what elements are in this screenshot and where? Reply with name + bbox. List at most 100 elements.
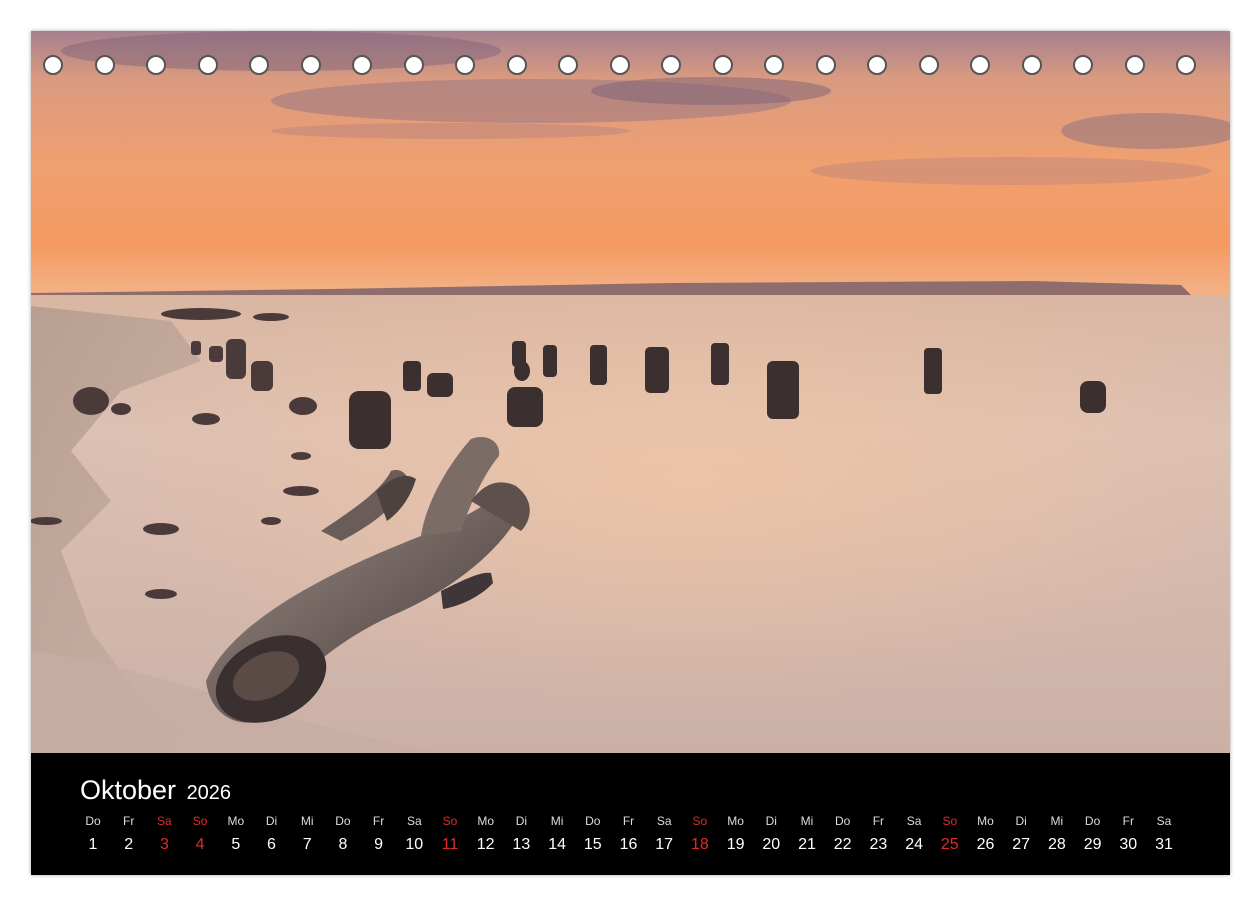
- day-row: Do 1 Fr 2 Sa 3 So 4 Mo 5 Di 6 Mi 7 Do 8 Fr 9 Sa 10 So 11 Mo 12 D…: [75, 813, 1195, 863]
- day-number: 26: [976, 836, 995, 853]
- day-number: 20: [762, 836, 781, 853]
- binding-hole: [43, 55, 63, 75]
- day-cell: Sa 31: [1146, 813, 1182, 854]
- day-cell: Sa 17: [646, 813, 682, 854]
- day-cell: Mo 5: [218, 813, 254, 854]
- binding-hole: [1021, 55, 1042, 75]
- binding-hole: [970, 55, 990, 75]
- day-cell: Di 6: [254, 813, 290, 854]
- binding-hole: [146, 55, 166, 75]
- day-cell: So 18: [682, 813, 718, 854]
- weekday-label: Fr: [372, 814, 385, 828]
- binding-hole: [300, 55, 321, 75]
- day-number: 2: [124, 836, 134, 853]
- day-cell: Fr 23: [860, 813, 896, 854]
- day-number: 7: [302, 836, 312, 853]
- weekday-label: Sa: [906, 814, 922, 828]
- day-number: 14: [548, 836, 566, 853]
- weekday-label: Mo: [727, 814, 744, 828]
- day-number: 18: [690, 836, 709, 853]
- day-number: 24: [905, 836, 923, 853]
- day-cell: Fr 9: [361, 813, 397, 854]
- binding-hole: [558, 55, 578, 75]
- binding-hole: [249, 55, 269, 75]
- day-number: 31: [1155, 836, 1173, 853]
- binding-hole: [1176, 55, 1196, 75]
- weekday-label: Mo: [227, 814, 245, 828]
- calendar-strip: Oktober 2026 Do 1 Fr 2 Sa 3 So 4 Mo 5 Di 6 Mi 7 Do 8 Fr 9…: [31, 753, 1230, 875]
- day-cell: Sa 24: [896, 813, 932, 854]
- day-number: 28: [1047, 836, 1066, 853]
- day-cell: Mi 28: [1039, 813, 1075, 854]
- binding-hole: [867, 55, 887, 75]
- weekday-label: So: [692, 814, 708, 828]
- day-number: 4: [195, 836, 205, 853]
- weekday-label: Di: [515, 814, 528, 828]
- day-number: 1: [88, 836, 98, 853]
- calendar-page: Oktober 2026 Do 1 Fr 2 Sa 3 So 4 Mo 5 Di 6 Mi 7 Do 8 Fr 9…: [31, 31, 1230, 875]
- day-cell: Do 22: [825, 813, 861, 854]
- day-cell: Di 20: [753, 813, 789, 854]
- day-cell: Mi 7: [289, 813, 325, 854]
- binding-hole: [1073, 55, 1093, 75]
- day-cell: Do 8: [325, 813, 361, 854]
- month-name: Oktober: [80, 775, 177, 805]
- day-cell: So 11: [432, 813, 468, 854]
- day-number: 30: [1119, 836, 1138, 853]
- day-number: 29: [1083, 836, 1102, 853]
- binding-hole: [197, 55, 218, 75]
- day-number: 25: [940, 836, 959, 853]
- day-number: 10: [405, 836, 424, 853]
- weekday-label: Fr: [622, 814, 635, 828]
- day-number: 8: [338, 836, 348, 853]
- day-number: 16: [619, 836, 638, 853]
- binding-hole: [1124, 55, 1145, 75]
- weekday-label: So: [192, 814, 208, 828]
- weekday-label: Fr: [123, 814, 135, 828]
- weekday-label: Do: [335, 814, 351, 828]
- day-cell: So 4: [182, 813, 218, 854]
- binding-hole: [352, 55, 372, 75]
- day-cell: Fr 30: [1110, 813, 1146, 854]
- weekday-label: Do: [1084, 814, 1101, 828]
- day-number: 23: [869, 836, 888, 853]
- day-cell: Sa 10: [396, 813, 432, 854]
- weekday-label: Sa: [1156, 814, 1172, 828]
- weekday-label: Mo: [977, 814, 994, 828]
- day-cell: Di 27: [1003, 813, 1039, 854]
- day-cell: Fr 2: [111, 813, 147, 854]
- weekday-label: Fr: [1122, 814, 1134, 828]
- weekday-label: Di: [265, 814, 278, 828]
- binding-hole: [815, 55, 836, 75]
- binding-hole: [94, 55, 115, 75]
- month-title: Oktober 2026: [80, 775, 231, 806]
- binding-hole: [764, 55, 784, 75]
- day-cell: Fr 16: [611, 813, 647, 854]
- weekday-label: Sa: [157, 814, 172, 828]
- day-number: 13: [512, 836, 531, 853]
- binding-hole: [661, 55, 681, 75]
- binding-hole: [403, 55, 424, 75]
- day-cell: Sa 3: [146, 813, 182, 854]
- day-number: 3: [159, 836, 169, 853]
- day-cell: Mi 21: [789, 813, 825, 854]
- weekday-label: Do: [585, 814, 601, 828]
- binding-hole: [712, 55, 733, 75]
- day-cell: Mo 26: [968, 813, 1004, 854]
- weekday-label: Di: [765, 814, 777, 828]
- day-cell: Mo 19: [718, 813, 754, 854]
- weekday-label: Fr: [872, 814, 885, 828]
- binding-hole: [455, 55, 475, 75]
- beach-sunset-photo: [31, 31, 1230, 753]
- weekday-label: Mi: [300, 814, 314, 828]
- day-cell: Mi 14: [539, 813, 575, 854]
- binding-hole: [918, 55, 939, 75]
- weekday-label: Do: [835, 814, 851, 828]
- weekday-label: Sa: [406, 814, 422, 828]
- day-cell: Mo 12: [468, 813, 504, 854]
- day-number: 6: [267, 836, 276, 853]
- binding-hole: [609, 55, 630, 75]
- day-number: 5: [231, 836, 241, 853]
- weekday-label: Di: [1015, 814, 1027, 828]
- day-number: 17: [655, 836, 674, 853]
